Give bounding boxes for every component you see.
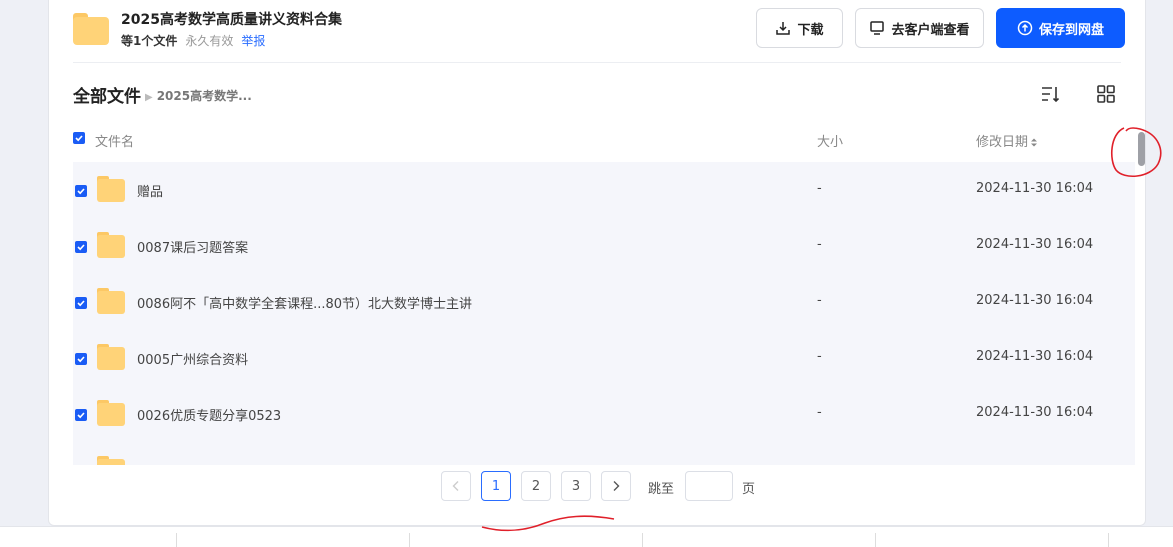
file-row[interactable]: 赠品 - 2024-11-30 16:04 [73,162,1135,218]
pagination: 1 2 3 跳至 页 [49,471,1145,503]
file-name[interactable]: 0087课后习题答案 [137,237,248,256]
row-checkbox[interactable] [75,185,87,197]
monitor-icon [870,21,885,35]
sort-icon[interactable] [1039,83,1061,105]
share-title: 2025高考数学高质量讲义资料合集 [121,12,342,28]
folder-icon [97,344,125,370]
file-row[interactable]: 0026优质专题分享0523 - 2024-11-30 16:04 [73,386,1135,442]
bottom-divider [1108,533,1109,547]
bottom-divider [642,533,643,547]
column-modified[interactable]: 修改日期 [976,131,1038,150]
bottom-divider [176,533,177,547]
scrollbar-thumb[interactable] [1138,132,1145,166]
breadcrumb-root[interactable]: 全部文件 [73,87,141,107]
bottom-bar [0,526,1173,547]
file-size: - [817,405,822,420]
cloud-upload-icon [1017,20,1033,36]
check-icon [77,188,85,195]
column-modified-label: 修改日期 [976,135,1029,150]
file-name[interactable]: 赠品 [137,181,163,200]
share-card: 2025高考数学高质量讲义资料合集 等1个文件 永久有效 举报 下载 去客户端查看 … [48,0,1146,526]
file-row[interactable] [73,442,1135,465]
file-size: - [817,349,822,364]
check-icon [77,356,85,363]
chevron-left-icon [452,481,459,491]
file-modified: 2024-11-30 16:04 [976,181,1094,196]
check-icon [75,135,83,142]
folder-icon [97,400,125,426]
file-count: 等1个文件 [121,34,178,48]
file-name[interactable]: 0005广州综合资料 [137,349,248,368]
file-row[interactable]: 0005广州综合资料 - 2024-11-30 16:04 [73,330,1135,386]
row-checkbox[interactable] [75,409,87,421]
row-checkbox[interactable] [75,353,87,365]
file-modified: 2024-11-30 16:04 [976,349,1094,364]
file-row[interactable]: 0086阿不「高中数学全套课程...80节）北大数学博士主讲 - 2024-11-3… [73,274,1135,330]
save-to-disk-button[interactable]: 保存到网盘 [996,8,1125,48]
page-unit-label: 页 [742,482,756,497]
file-modified: 2024-11-30 16:04 [976,405,1094,420]
select-all-checkbox[interactable] [73,132,85,144]
page-button-1[interactable]: 1 [481,471,511,501]
page-button-2[interactable]: 2 [521,471,551,501]
report-link[interactable]: 举报 [241,34,265,48]
file-name[interactable]: 0026优质专题分享0523 [137,405,281,424]
open-client-button[interactable]: 去客户端查看 [855,8,984,48]
breadcrumb-current: 2025高考数学... [156,89,252,103]
folder-icon [97,456,125,465]
save-to-disk-label: 保存到网盘 [1038,22,1104,38]
check-icon [77,244,85,251]
open-client-label: 去客户端查看 [891,22,970,38]
share-meta: 等1个文件 永久有效 举报 [121,32,265,49]
download-label: 下载 [797,22,824,38]
file-modified: 2024-11-30 16:04 [976,237,1094,252]
share-header: 2025高考数学高质量讲义资料合集 等1个文件 永久有效 举报 下载 去客户端查看 … [49,0,1145,63]
chevron-right-icon [613,481,620,491]
file-row[interactable]: 0087课后习题答案 - 2024-11-30 16:04 [73,218,1135,274]
file-modified: 2024-11-30 16:04 [976,293,1094,308]
list-header: 文件名 大小 修改日期 [73,131,1135,161]
file-size: - [817,181,822,196]
row-checkbox[interactable] [75,297,87,309]
column-size: 大小 [817,135,844,150]
page-button-3[interactable]: 3 [561,471,591,501]
next-page-button[interactable] [601,471,631,501]
file-size: - [817,293,822,308]
bottom-divider [875,533,876,547]
download-button[interactable]: 下载 [756,8,843,48]
check-icon [77,300,85,307]
validity-label: 永久有效 [185,34,234,48]
file-name[interactable]: 0086阿不「高中数学全套课程...80节）北大数学博士主讲 [137,293,472,312]
jump-page-input[interactable] [685,471,733,501]
folder-icon [97,176,125,202]
folder-icon [73,13,109,45]
column-name: 文件名 [95,135,135,150]
file-list: 赠品 - 2024-11-30 16:04 0087课后习题答案 - 2024-11-30… [73,162,1135,465]
check-icon [77,412,85,419]
download-icon [776,22,791,35]
row-checkbox[interactable] [75,241,87,253]
folder-icon [97,232,125,258]
sort-arrows-icon [1031,138,1038,147]
breadcrumb: 全部文件 ▶ 2025高考数学... [73,82,252,107]
prev-page-button[interactable] [441,471,471,501]
file-size: - [817,237,822,252]
header-divider [73,62,1121,63]
folder-icon [97,288,125,314]
jump-label: 跳至 [648,482,675,497]
bottom-divider [409,533,410,547]
grid-view-icon[interactable] [1095,83,1117,105]
chevron-right-icon: ▶ [145,92,153,103]
